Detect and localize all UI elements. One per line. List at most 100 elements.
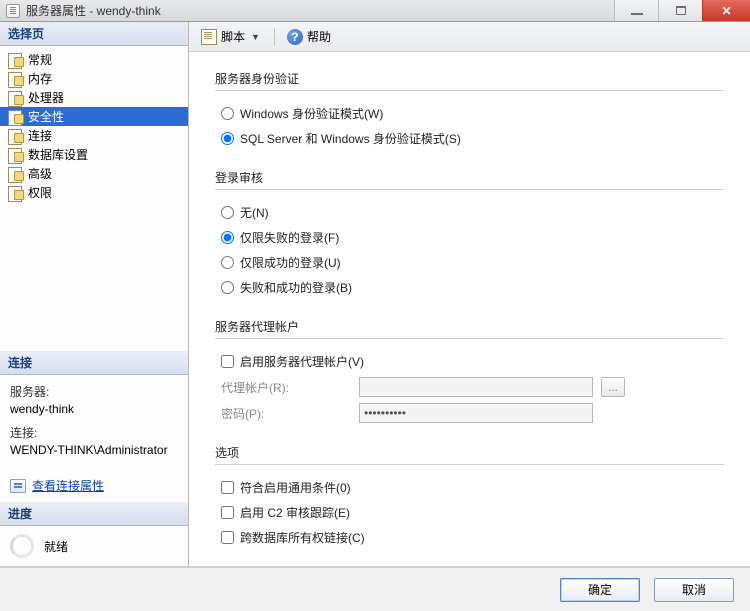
script-icon <box>201 29 217 45</box>
auth-radio-1[interactable] <box>221 132 234 145</box>
sidebar-item-label: 高级 <box>28 165 52 182</box>
close-button[interactable] <box>702 0 750 21</box>
audit-label-1: 仅限失败的登录(F) <box>240 229 339 246</box>
audit-radio-1[interactable] <box>221 231 234 244</box>
audit-radio-3[interactable] <box>221 281 234 294</box>
page-icon <box>8 186 24 200</box>
progress-header: 进度 <box>0 502 188 526</box>
sidebar-item-general[interactable]: 常规 <box>0 50 188 69</box>
script-button[interactable]: 脚本 ▼ <box>197 26 266 47</box>
options-label-1: 启用 C2 审核跟踪(E) <box>240 504 350 521</box>
page-icon <box>8 110 24 124</box>
view-connection-properties-link[interactable]: 查看连接属性 <box>32 477 104 494</box>
proxy-account-row: 代理帐户(R): ... <box>221 374 724 400</box>
progress-status: 就绪 <box>44 538 68 555</box>
connection-header: 连接 <box>0 351 188 375</box>
options-label-0: 符合启用通用条件(0) <box>240 479 351 496</box>
cancel-button[interactable]: 取消 <box>654 578 734 602</box>
options-title: 选项 <box>215 444 724 465</box>
connection-box: 服务器: wendy-think 连接: WENDY-THINK\Adminis… <box>0 375 188 471</box>
proxy-enable-row[interactable]: 启用服务器代理帐户(V) <box>221 349 724 374</box>
audit-label-3: 失败和成功的登录(B) <box>240 279 352 296</box>
options-group: 符合启用通用条件(0) 启用 C2 审核跟踪(E) 跨数据库所有权链接(C) <box>221 475 724 550</box>
server-label: 服务器: <box>10 383 178 400</box>
help-button[interactable]: 帮助 <box>283 26 335 47</box>
page-icon <box>8 148 24 162</box>
sidebar-item-advanced[interactable]: 高级 <box>0 164 188 183</box>
options-label-2: 跨数据库所有权链接(C) <box>240 529 365 546</box>
sidebar-item-label: 安全性 <box>28 108 64 125</box>
help-label: 帮助 <box>307 28 331 45</box>
page-tree: 常规内存处理器安全性连接数据库设置高级权限 <box>0 46 188 351</box>
sidebar-item-security[interactable]: 安全性 <box>0 107 188 126</box>
auth-title: 服务器身份验证 <box>215 70 724 91</box>
sidebar-item-label: 处理器 <box>28 89 64 106</box>
sidebar-item-connections[interactable]: 连接 <box>0 126 188 145</box>
auth-radio-0[interactable] <box>221 107 234 120</box>
progress-spinner-icon <box>10 534 34 558</box>
audit-option-2[interactable]: 仅限成功的登录(U) <box>221 250 724 275</box>
audit-radio-0[interactable] <box>221 206 234 219</box>
sidebar-item-label: 常规 <box>28 51 52 68</box>
auth-option-1[interactable]: SQL Server 和 Windows 身份验证模式(S) <box>221 126 724 151</box>
sidebar-item-label: 内存 <box>28 70 52 87</box>
proxy-account-label: 代理帐户(R): <box>221 379 351 396</box>
right-pane: 脚本 ▼ 帮助 服务器身份验证 Windows 身份验证模式(W)SQL Ser… <box>189 22 750 566</box>
proxy-account-field[interactable] <box>359 377 593 397</box>
audit-option-3[interactable]: 失败和成功的登录(B) <box>221 275 724 300</box>
audit-option-1[interactable]: 仅限失败的登录(F) <box>221 225 724 250</box>
proxy-browse-button[interactable]: ... <box>601 377 625 397</box>
maximize-button[interactable] <box>658 0 702 21</box>
page-icon <box>8 53 24 67</box>
options-checkbox-2[interactable] <box>221 531 234 544</box>
sidebar-item-label: 连接 <box>28 127 52 144</box>
sidebar-item-cpu[interactable]: 处理器 <box>0 88 188 107</box>
conn-value: WENDY-THINK\Administrator <box>10 443 178 457</box>
options-checkbox-0[interactable] <box>221 481 234 494</box>
proxy-password-field[interactable] <box>359 403 593 423</box>
footer: 确定 取消 <box>0 567 750 611</box>
page-icon <box>8 167 24 181</box>
sidebar-item-dbsettings[interactable]: 数据库设置 <box>0 145 188 164</box>
ok-button[interactable]: 确定 <box>560 578 640 602</box>
options-option-0[interactable]: 符合启用通用条件(0) <box>221 475 724 500</box>
page-icon <box>8 72 24 86</box>
options-option-2[interactable]: 跨数据库所有权链接(C) <box>221 525 724 550</box>
window-controls <box>614 0 750 21</box>
toolbar: 脚本 ▼ 帮助 <box>189 22 750 52</box>
sidebar-item-permissions[interactable]: 权限 <box>0 183 188 202</box>
auth-option-0[interactable]: Windows 身份验证模式(W) <box>221 101 724 126</box>
proxy-password-row: 密码(P): <box>221 400 724 426</box>
audit-title: 登录审核 <box>215 169 724 190</box>
conn-label: 连接: <box>10 424 178 441</box>
progress-row: 就绪 <box>0 526 188 566</box>
audit-group: 无(N) 仅限失败的登录(F) 仅限成功的登录(U) 失败和成功的登录(B) <box>221 200 724 300</box>
script-dropdown-icon[interactable]: ▼ <box>249 32 262 42</box>
page-icon <box>8 91 24 105</box>
sidebar-item-label: 数据库设置 <box>28 146 88 163</box>
select-page-header: 选择页 <box>0 22 188 46</box>
titlebar-row: 服务器属性 - wendy-think <box>0 0 750 22</box>
options-checkbox-1[interactable] <box>221 506 234 519</box>
app-icon <box>6 4 20 18</box>
sidebar-item-memory[interactable]: 内存 <box>0 69 188 88</box>
audit-label-0: 无(N) <box>240 204 269 221</box>
proxy-enable-checkbox[interactable] <box>221 355 234 368</box>
view-connection-properties[interactable]: 查看连接属性 <box>0 471 188 502</box>
options-option-1[interactable]: 启用 C2 审核跟踪(E) <box>221 500 724 525</box>
audit-label-2: 仅限成功的登录(U) <box>240 254 341 271</box>
audit-option-0[interactable]: 无(N) <box>221 200 724 225</box>
properties-icon <box>10 479 26 493</box>
proxy-title: 服务器代理帐户 <box>215 318 724 339</box>
proxy-enable-label: 启用服务器代理帐户(V) <box>240 353 364 370</box>
page-icon <box>8 129 24 143</box>
minimize-button[interactable] <box>614 0 658 21</box>
audit-radio-2[interactable] <box>221 256 234 269</box>
auth-group: Windows 身份验证模式(W)SQL Server 和 Windows 身份… <box>221 101 724 151</box>
proxy-password-label: 密码(P): <box>221 405 351 422</box>
titlebar[interactable]: 服务器属性 - wendy-think <box>0 0 614 21</box>
sidebar-item-label: 权限 <box>28 184 52 201</box>
content-area: 服务器身份验证 Windows 身份验证模式(W)SQL Server 和 Wi… <box>189 52 750 566</box>
proxy-group: 启用服务器代理帐户(V) 代理帐户(R): ... 密码(P): <box>221 349 724 426</box>
help-icon <box>287 29 303 45</box>
